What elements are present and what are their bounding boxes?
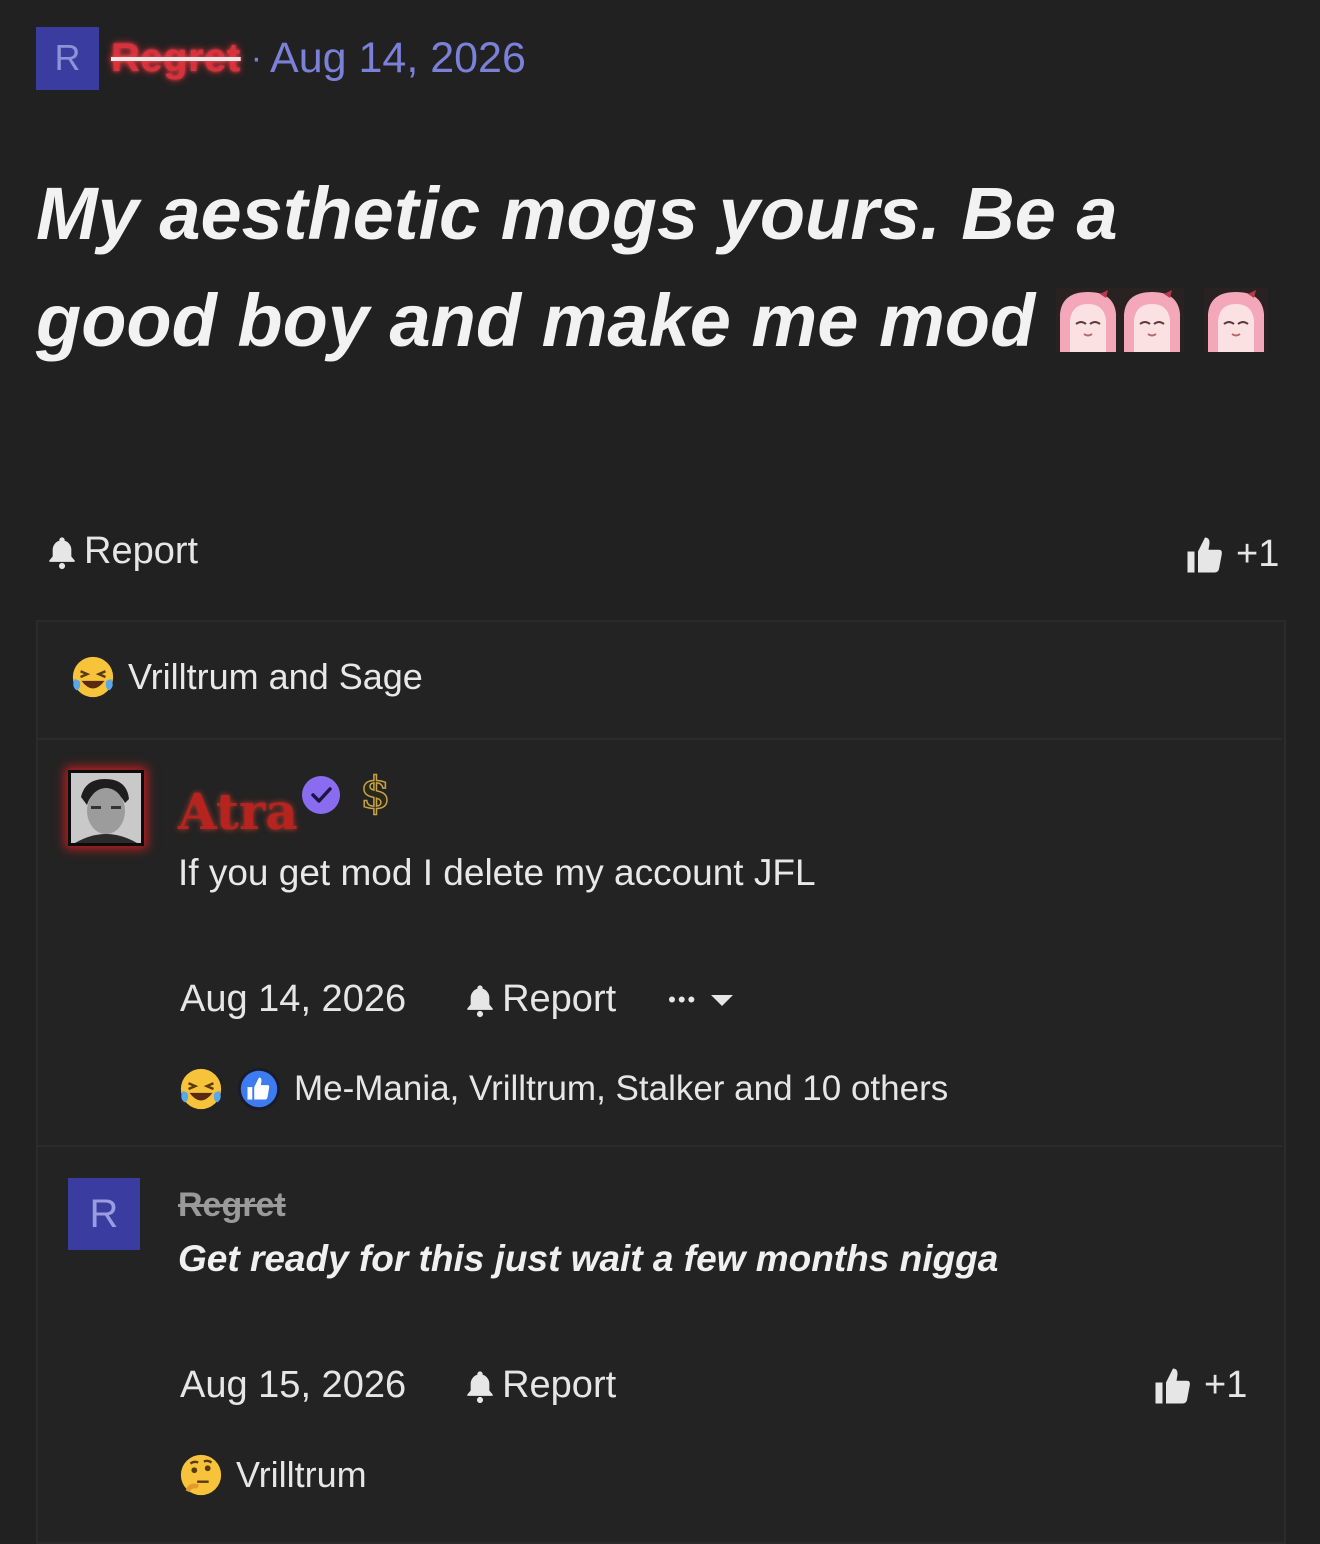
anime-girl-emote-icon (1204, 288, 1269, 352)
thumbs-up-icon (1155, 1368, 1190, 1403)
comment-body: If you get mod I delete my account JFL (178, 852, 816, 893)
post-reactors-text: Vrilltrum and Sage (128, 656, 423, 697)
comment-reactors-text: Me-Mania, Vrilltrum, Stalker and 10 othe… (294, 1069, 949, 1108)
comment-like-button[interactable]: +1 (1152, 1364, 1247, 1407)
comment-author[interactable]: Atra (178, 782, 298, 841)
comment-reactors-text: Vrilltrum (236, 1454, 367, 1495)
anime-girl-emote-icon (1119, 288, 1184, 352)
report-label: Report (84, 530, 199, 572)
comment-report-button[interactable]: Report (464, 1364, 616, 1407)
like-reaction-icon (237, 1067, 281, 1111)
thinking-emoji-icon (180, 1454, 222, 1496)
post-report-button[interactable]: Report (46, 530, 198, 573)
like-count: +1 (1204, 1364, 1248, 1406)
chevron-down-icon (711, 994, 734, 1006)
thumbs-up-icon (1187, 537, 1222, 572)
post-author[interactable]: Regret (111, 36, 241, 81)
user-photo-icon (71, 773, 141, 843)
divider (38, 1145, 1282, 1147)
comment-reactions[interactable]: Me-Mania, Vrilltrum, Stalker and 10 othe… (178, 1066, 948, 1112)
post-title: My aesthetic mogs yours. Be a good boy a… (36, 160, 1276, 374)
post-date[interactable]: Aug 14, 2026 (270, 34, 526, 83)
bell-icon (49, 536, 75, 569)
like-count: +1 (1236, 533, 1280, 575)
post-like-button[interactable]: +1 (1184, 533, 1279, 576)
bell-icon (467, 984, 493, 1017)
meta-separator: · (250, 38, 263, 77)
avatar[interactable] (68, 770, 144, 846)
verified-badge-icon (302, 776, 340, 814)
report-label: Report (502, 1364, 617, 1406)
post-title-text: My aesthetic mogs yours. Be a good boy a… (36, 172, 1118, 362)
more-options-button[interactable]: ••• (668, 987, 735, 1013)
comment-date[interactable]: Aug 15, 2026 (180, 1364, 406, 1407)
avatar[interactable]: R (68, 1178, 140, 1250)
more-dots: ••• (668, 986, 698, 1012)
comment-reactions[interactable]: Vrilltrum (178, 1452, 367, 1498)
post-header: R Regret · Aug 14, 2026 (36, 26, 526, 90)
avatar[interactable]: R (36, 26, 99, 90)
comment-meta: Aug 14, 2026 Report ••• (180, 978, 735, 1021)
comment-date[interactable]: Aug 14, 2026 (180, 978, 406, 1021)
comment-meta: Aug 15, 2026 Report (180, 1364, 616, 1407)
divider (38, 738, 1282, 740)
report-label: Report (502, 978, 617, 1020)
comment-body: Get ready for this just wait a few month… (178, 1238, 999, 1279)
laughing-crying-emoji-icon (180, 1068, 222, 1110)
supporter-badge: $ (359, 767, 391, 820)
bell-icon (467, 1370, 493, 1403)
laughing-crying-emoji-icon (72, 656, 114, 698)
comment-author[interactable]: Regret (178, 1186, 286, 1225)
comment-report-button[interactable]: Report (464, 978, 616, 1021)
anime-girl-emote-icon (1055, 288, 1120, 352)
post-reactions[interactable]: Vrilltrum and Sage (70, 654, 423, 700)
